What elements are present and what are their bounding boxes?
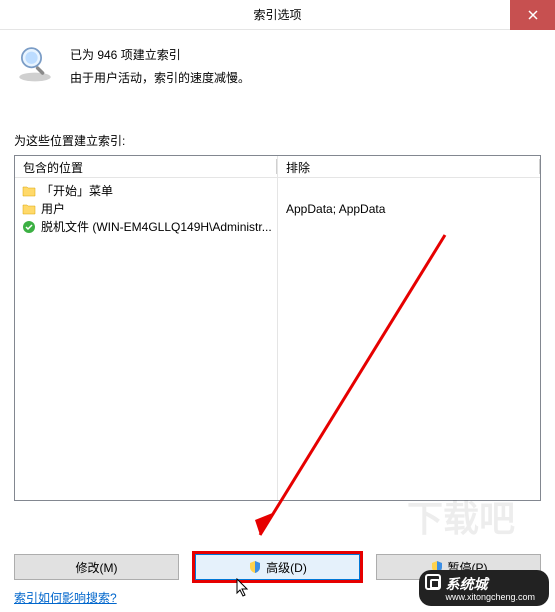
button-label: 高级(D) (266, 559, 307, 576)
status-line-2: 由于用户活动，索引的速度减慢。 (70, 67, 250, 90)
list-item[interactable] (278, 182, 540, 200)
excluded-body: AppData; AppData (278, 178, 540, 240)
modify-button[interactable]: 修改(M) (14, 554, 179, 580)
folder-icon (21, 201, 37, 217)
watermark-icon (425, 574, 441, 590)
status-line-1: 已为 946 项建立索引 (70, 44, 250, 67)
list-item[interactable] (278, 218, 540, 236)
locations-listbox: 包含的位置 「开始」菜单 用户 脱机文件 (WIN-EM4GLLQ149H\Ad… (14, 155, 541, 501)
titlebar: 索引选项 (0, 0, 555, 30)
offline-files-icon (21, 219, 37, 235)
item-label: 「开始」菜单 (41, 182, 113, 199)
included-header[interactable]: 包含的位置 (15, 156, 277, 178)
advanced-button[interactable]: 高级(D) (195, 554, 360, 580)
watermark-badge: 系统城 www.xitongcheng.com (419, 570, 549, 606)
excluded-header[interactable]: 排除 (278, 156, 540, 178)
item-label: 用户 (41, 200, 65, 217)
shield-icon (248, 560, 262, 574)
watermark-brand: 系统城 (445, 576, 487, 592)
close-button[interactable] (510, 0, 555, 30)
included-body: 「开始」菜单 用户 脱机文件 (WIN-EM4GLLQ149H\Administ… (15, 178, 277, 240)
folder-icon (21, 183, 37, 199)
excluded-column: 排除 AppData; AppData (278, 156, 540, 500)
list-item[interactable]: 用户 (15, 200, 277, 218)
list-item[interactable]: 「开始」菜单 (15, 182, 277, 200)
locations-label: 为这些位置建立索引: (14, 132, 541, 149)
item-label: AppData; AppData (286, 202, 385, 216)
list-item[interactable]: 脱机文件 (WIN-EM4GLLQ149H\Administr... (15, 218, 277, 236)
status-row: 已为 946 项建立索引 由于用户活动，索引的速度减慢。 (14, 42, 541, 90)
list-item[interactable]: AppData; AppData (278, 200, 540, 218)
content-area: 已为 946 项建立索引 由于用户活动，索引的速度减慢。 为这些位置建立索引: … (0, 30, 555, 501)
button-label: 修改(M) (76, 559, 118, 576)
watermark-url: www.xitongcheng.com (445, 592, 535, 602)
status-text: 已为 946 项建立索引 由于用户活动，索引的速度减慢。 (70, 42, 250, 90)
included-column: 包含的位置 「开始」菜单 用户 脱机文件 (WIN-EM4GLLQ149H\Ad… (15, 156, 278, 500)
help-link[interactable]: 索引如何影响搜索? (14, 591, 117, 605)
item-label: 脱机文件 (WIN-EM4GLLQ149H\Administr... (41, 218, 272, 235)
help-link-row: 索引如何影响搜索? (14, 589, 117, 606)
window-title: 索引选项 (253, 6, 301, 23)
close-icon (528, 10, 538, 20)
indexing-icon (14, 42, 56, 89)
